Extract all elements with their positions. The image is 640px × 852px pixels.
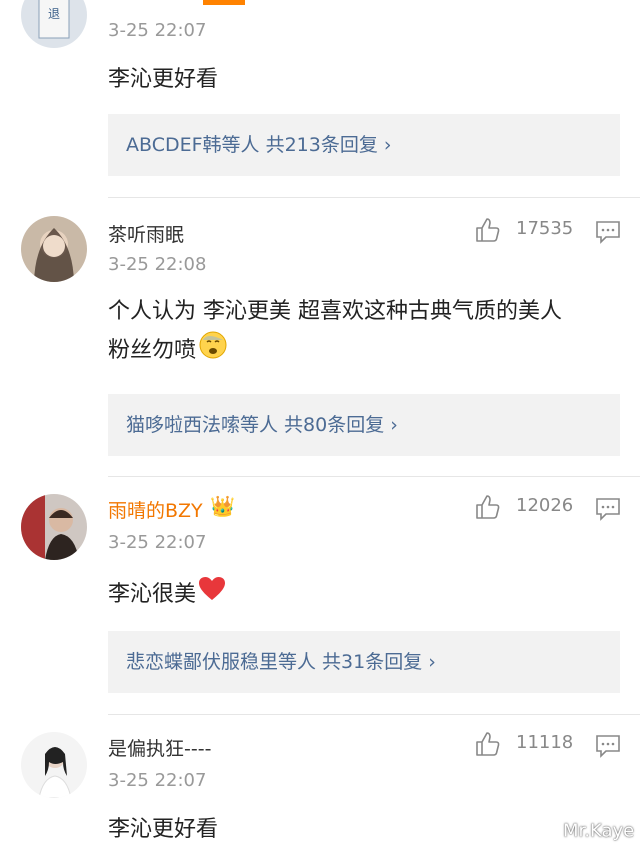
vip-crown-icon: 👑 [210, 494, 235, 518]
comment-text-line: 粉丝勿喷 [108, 330, 562, 372]
avatar[interactable] [21, 494, 87, 560]
comment-item: 茶听雨眠 3-25 22:08 17535 个人认为 李沁更美 超喜欢这种古典气… [0, 198, 640, 477]
comment-timestamp: 3-25 22:07 [108, 770, 207, 791]
fearful-face-icon [198, 330, 228, 372]
red-heart-icon [198, 576, 226, 614]
comment-text: 个人认为 李沁更美 超喜欢这种古典气质的美人 粉丝勿喷 [108, 294, 562, 372]
comment-timestamp: 3-25 22:07 [108, 20, 207, 41]
avatar[interactable] [21, 216, 87, 282]
watermark-text: Mr.Kaye [563, 820, 635, 842]
replies-box[interactable]: ABCDEF韩等人 共213条回复 › [108, 114, 620, 176]
comment-item: 退 3-25 22:07 李沁更好看 ABCDEF韩等人 共213条回复 › [0, 0, 640, 198]
thumbs-up-icon [476, 732, 500, 756]
like-button[interactable]: 12026 [474, 493, 594, 523]
avatar[interactable]: 退 [21, 0, 87, 48]
weibo-logo-icon [538, 820, 560, 843]
comment-text: 李沁很美 [108, 576, 226, 614]
comment-text-line: 个人认为 李沁更美 超喜欢这种古典气质的美人 [108, 299, 562, 324]
view-replies-link[interactable]: 悲恋蝶鄙伏服稳里等人 共31条回复 › [126, 647, 436, 674]
comment-timestamp: 3-25 22:07 [108, 532, 207, 553]
reply-icon[interactable] [595, 734, 621, 762]
view-replies-link[interactable]: 猫哆啦西法嗦等人 共80条回复 › [126, 410, 398, 437]
comment-username[interactable]: 雨晴的BZY [108, 496, 203, 523]
like-count: 11118 [516, 732, 574, 753]
comment-item: 雨晴的BZY 👑 3-25 22:07 12026 李沁很美 悲恋蝶鄙伏服稳里等… [0, 476, 640, 715]
comment-username[interactable]: 是偏执狂---- [108, 734, 211, 761]
reply-icon[interactable] [595, 220, 621, 248]
svg-text:退: 退 [48, 7, 60, 21]
replies-box[interactable]: 悲恋蝶鄙伏服稳里等人 共31条回复 › [108, 631, 620, 693]
like-button[interactable]: 11118 [474, 730, 594, 760]
like-button[interactable]: 17535 [474, 216, 594, 246]
watermark: Mr.Kaye [538, 820, 634, 843]
like-count: 12026 [516, 495, 574, 516]
avatar[interactable] [21, 732, 87, 798]
comment-text-content: 李沁很美 [108, 582, 197, 607]
thumbs-up-icon [476, 218, 500, 242]
view-replies-link[interactable]: ABCDEF韩等人 共213条回复 › [126, 130, 391, 157]
reply-icon[interactable] [595, 497, 621, 525]
comment-timestamp: 3-25 22:08 [108, 254, 207, 275]
comment-username[interactable]: 茶听雨眠 [108, 220, 184, 247]
thumbs-up-icon [476, 495, 500, 519]
comment-text-line2: 粉丝勿喷 [108, 338, 197, 363]
comment-text: 李沁更好看 [108, 817, 219, 842]
comment-text: 李沁更好看 [108, 67, 219, 92]
like-count: 17535 [516, 218, 574, 239]
replies-box[interactable]: 猫哆啦西法嗦等人 共80条回复 › [108, 394, 620, 456]
